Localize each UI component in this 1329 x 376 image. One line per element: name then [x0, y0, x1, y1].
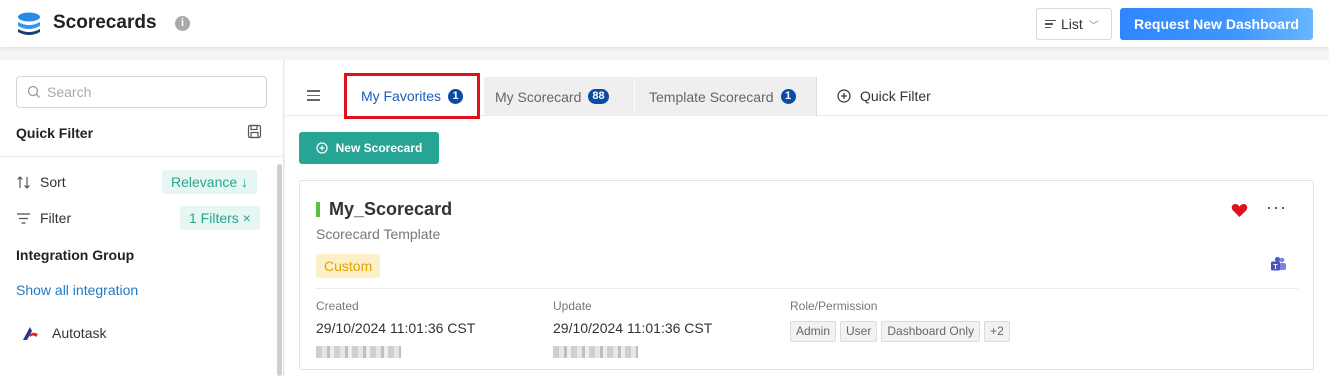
redacted-text	[553, 346, 638, 358]
more-options-icon[interactable]: ···	[1266, 197, 1287, 218]
quick-filter-button[interactable]: Quick Filter	[837, 88, 931, 104]
update-value: 29/10/2024 11:01:36 CST	[553, 320, 713, 336]
menu-icon[interactable]	[307, 90, 320, 104]
sidebar-scrollbar[interactable]	[277, 164, 282, 376]
tab-my-scorecard[interactable]: My Scorecard 88	[484, 77, 634, 116]
search-icon	[27, 85, 40, 98]
status-indicator	[316, 202, 320, 217]
sidebar: Quick Filter Sort Relevance ↓ Filter 1 F…	[0, 60, 284, 376]
tab-label: My Favorites	[360, 88, 442, 104]
integration-label: Autotask	[52, 325, 107, 341]
tab-my-favorites[interactable]: My Favorites 1	[344, 73, 480, 119]
plus-circle-icon	[316, 142, 328, 154]
update-label: Update	[553, 299, 592, 313]
card-divider	[316, 288, 1298, 289]
card-title[interactable]: My_Scorecard	[329, 199, 452, 220]
card-subtitle: Scorecard Template	[316, 226, 441, 242]
tab-count-badge: 1	[780, 89, 796, 104]
list-icon	[1045, 18, 1056, 31]
filter-value-pill[interactable]: 1 Filters ×	[180, 206, 260, 230]
search-input[interactable]	[47, 84, 257, 100]
main-content: My Favorites 1 My Scorecard 88 Template …	[285, 60, 1329, 376]
new-scorecard-label: New Scorecard	[335, 141, 423, 155]
role-tag: User	[840, 321, 878, 342]
tab-count-badge: 1	[448, 88, 464, 104]
tabs-bar: My Favorites 1 My Scorecard 88 Template …	[285, 60, 1329, 119]
sidebar-divider	[0, 156, 283, 157]
autotask-logo-icon	[23, 326, 38, 340]
tab-count-badge: 88	[588, 89, 609, 104]
custom-tag: Custom	[316, 254, 381, 278]
show-all-integration-link[interactable]: Show all integration	[16, 282, 138, 298]
sort-label: Sort	[40, 174, 66, 190]
request-new-dashboard-button[interactable]: Request New Dashboard	[1120, 8, 1313, 40]
new-scorecard-button[interactable]: New Scorecard	[299, 132, 439, 164]
search-box[interactable]	[16, 76, 267, 108]
created-value: 29/10/2024 11:01:36 CST	[316, 320, 476, 336]
integration-item-autotask[interactable]: Autotask	[22, 325, 106, 341]
sort-arrows-icon	[17, 175, 30, 189]
save-icon[interactable]	[247, 124, 262, 139]
quick-filter-label: Quick Filter	[860, 88, 931, 104]
quick-filter-title: Quick Filter	[16, 125, 94, 141]
sort-value-pill[interactable]: Relevance ↓	[162, 170, 258, 194]
filter-lines-icon	[17, 212, 30, 224]
role-permission-label: Role/Permission	[790, 299, 878, 313]
created-label: Created	[316, 299, 359, 313]
info-icon[interactable]: i	[175, 16, 190, 31]
tab-label: Template Scorecard	[649, 88, 774, 105]
role-tags: Admin User Dashboard Only +2	[790, 321, 1014, 342]
tab-label: My Scorecard	[495, 88, 582, 105]
filter-row[interactable]: Filter	[16, 210, 71, 226]
top-header: Scorecards i List ﹀ Request New Dashboar…	[0, 0, 1329, 47]
integration-group-title: Integration Group	[16, 247, 135, 263]
favorite-heart-icon[interactable]	[1231, 203, 1248, 218]
page-title: Scorecards	[53, 12, 157, 33]
teams-icon[interactable]: T	[1270, 256, 1287, 273]
sort-row[interactable]: Sort	[16, 174, 66, 190]
role-more-tag[interactable]: +2	[984, 321, 1010, 342]
role-tag: Dashboard Only	[881, 321, 981, 342]
database-logo-icon	[18, 12, 40, 35]
redacted-text	[316, 346, 401, 358]
view-mode-label: List	[1061, 16, 1083, 32]
role-tag: Admin	[790, 321, 837, 342]
tab-template-scorecard[interactable]: Template Scorecard 1	[635, 77, 817, 116]
scorecard-card[interactable]: My_Scorecard Scorecard Template Custom ·…	[299, 180, 1314, 370]
filter-label: Filter	[40, 210, 72, 226]
chevron-down-icon: ﹀	[1088, 20, 1099, 32]
svg-text:T: T	[1273, 264, 1278, 271]
view-mode-select[interactable]: List ﹀	[1036, 8, 1112, 40]
plus-circle-icon	[837, 89, 851, 103]
